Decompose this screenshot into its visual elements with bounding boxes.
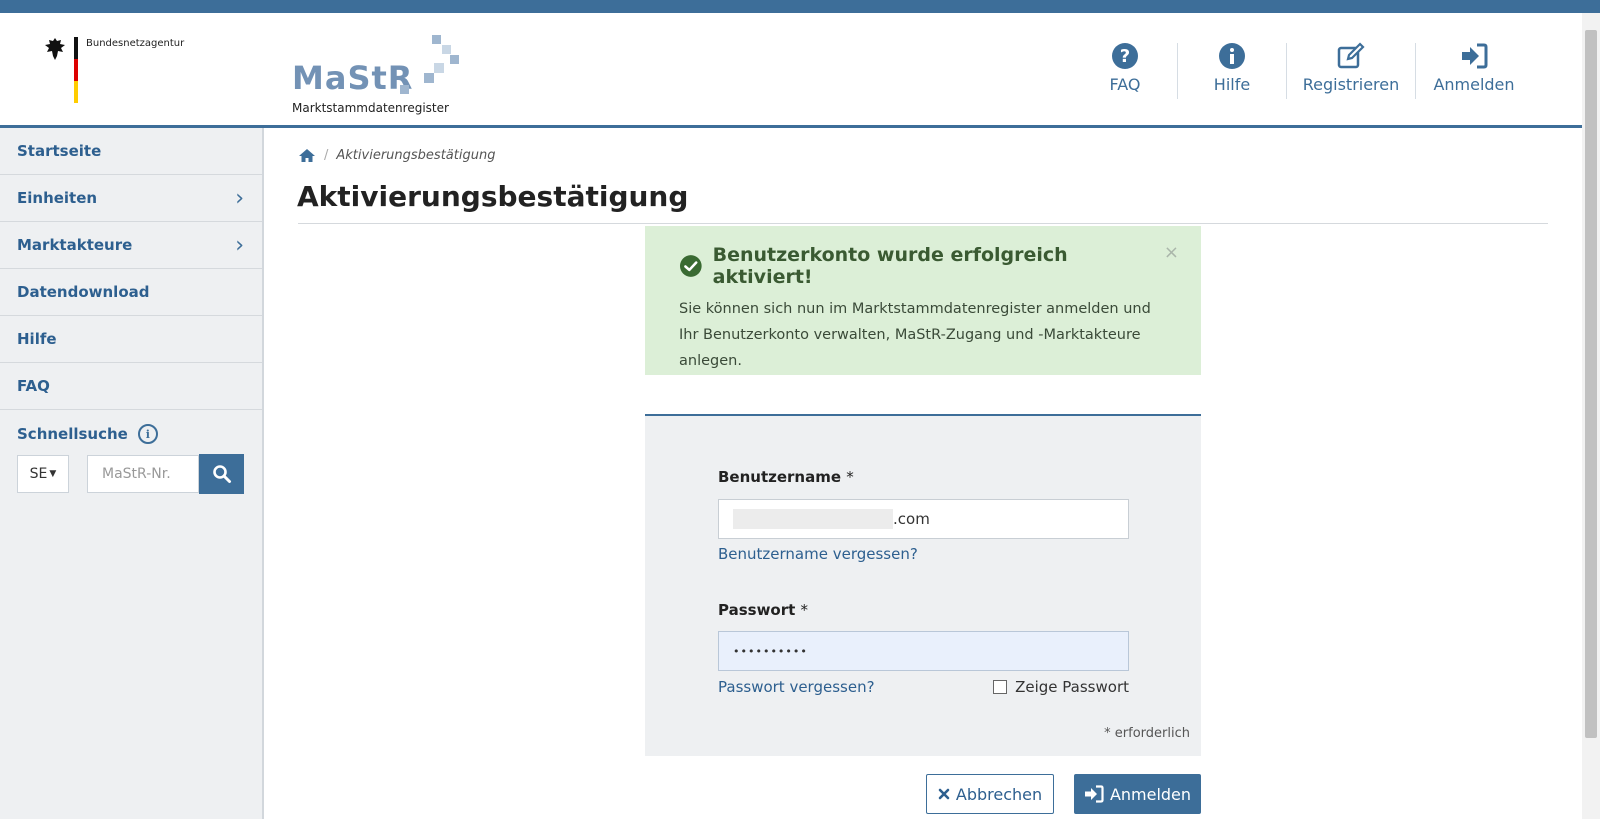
breadcrumb-current: Aktivierungsbestätigung — [336, 148, 496, 163]
forgot-password-link[interactable]: Passwort vergessen? — [718, 678, 875, 696]
alert-close-button[interactable]: × — [1164, 242, 1179, 263]
login-button[interactable]: Anmelden — [1074, 774, 1201, 814]
top-navigation: ? FAQ Hilfe Registrieren Anmelden — [1073, 41, 1532, 113]
search-type-select[interactable]: SE ▼ — [17, 455, 69, 493]
title-divider — [298, 223, 1548, 224]
sidebar: Startseite Einheiten › Marktakteure › Da… — [0, 128, 264, 819]
show-password-toggle[interactable]: Zeige Passwort — [993, 678, 1129, 696]
quick-search-button[interactable] — [199, 454, 244, 494]
quick-search: Schnellsuche i SE ▼ MaStR-Nr. — [0, 410, 262, 508]
nav-hilfe[interactable]: Hilfe — [1178, 41, 1286, 105]
redacted-text — [733, 509, 893, 529]
login-form: Benutzername * .com Benutzername vergess… — [645, 414, 1201, 756]
org-name: Bundesnetzagentur — [86, 38, 185, 49]
show-password-checkbox[interactable] — [993, 680, 1008, 694]
forgot-username-link[interactable]: Benutzername vergessen? — [718, 545, 918, 563]
password-field[interactable]: •••••••••• — [718, 631, 1129, 671]
success-alert: Benutzerkonto wurde erfolgreich aktivier… — [645, 226, 1201, 375]
alert-message: Sie können sich nun im Marktstammdatenre… — [679, 301, 1151, 369]
username-field[interactable]: .com — [718, 499, 1129, 539]
mastr-logo[interactable]: MaStR Marktstammdatenregister — [292, 35, 492, 115]
german-flag-bar — [74, 37, 78, 103]
page-scrollbar[interactable] — [1582, 13, 1600, 819]
sidebar-item-einheiten[interactable]: Einheiten › — [0, 175, 262, 222]
check-circle-icon — [679, 255, 702, 277]
logo-subtitle: Marktstammdatenregister — [292, 101, 449, 115]
search-icon — [212, 465, 231, 483]
close-icon — [938, 788, 950, 800]
nav-faq[interactable]: ? FAQ — [1073, 41, 1177, 105]
info-icon[interactable]: i — [137, 424, 158, 444]
question-circle-icon: ? — [1112, 43, 1138, 69]
sign-in-icon — [1462, 43, 1488, 69]
scrollbar-thumb[interactable] — [1585, 30, 1597, 738]
info-circle-icon — [1219, 43, 1245, 69]
site-header: Bundesnetzagentur MaStR Marktstammdatenr… — [0, 13, 1582, 128]
chevron-right-icon: › — [235, 232, 244, 258]
sidebar-item-marktakteure[interactable]: Marktakteure › — [0, 222, 262, 269]
sidebar-item-faq[interactable]: FAQ — [0, 363, 262, 410]
sidebar-item-hilfe[interactable]: Hilfe — [0, 316, 262, 363]
sign-in-icon — [1084, 785, 1104, 803]
mastr-number-input[interactable]: MaStR-Nr. — [87, 455, 199, 493]
breadcrumb: / Aktivierungsbestätigung — [298, 148, 495, 163]
svg-text:?: ? — [1120, 46, 1130, 67]
password-label: Passwort * — [718, 601, 809, 619]
quick-search-title: Schnellsuche — [17, 425, 128, 443]
logo-wordmark: MaStR — [292, 59, 414, 97]
alert-title: Benutzerkonto wurde erfolgreich aktivier… — [712, 244, 1068, 288]
sidebar-item-datendownload[interactable]: Datendownload — [0, 269, 262, 316]
cancel-button[interactable]: Abbrechen — [926, 774, 1054, 814]
username-label: Benutzername * — [718, 468, 854, 486]
top-accent-bar — [0, 0, 1600, 13]
sidebar-item-startseite[interactable]: Startseite — [0, 128, 262, 175]
chevron-right-icon: › — [235, 185, 244, 211]
required-note: * erforderlich — [1104, 726, 1190, 741]
nav-anmelden[interactable]: Anmelden — [1416, 41, 1532, 105]
edit-icon — [1337, 42, 1365, 69]
home-icon[interactable] — [298, 148, 316, 163]
page-title: Aktivierungsbestätigung — [297, 180, 689, 213]
nav-registrieren[interactable]: Registrieren — [1287, 41, 1415, 105]
caret-down-icon: ▼ — [49, 469, 57, 479]
federal-eagle-icon — [45, 38, 65, 60]
